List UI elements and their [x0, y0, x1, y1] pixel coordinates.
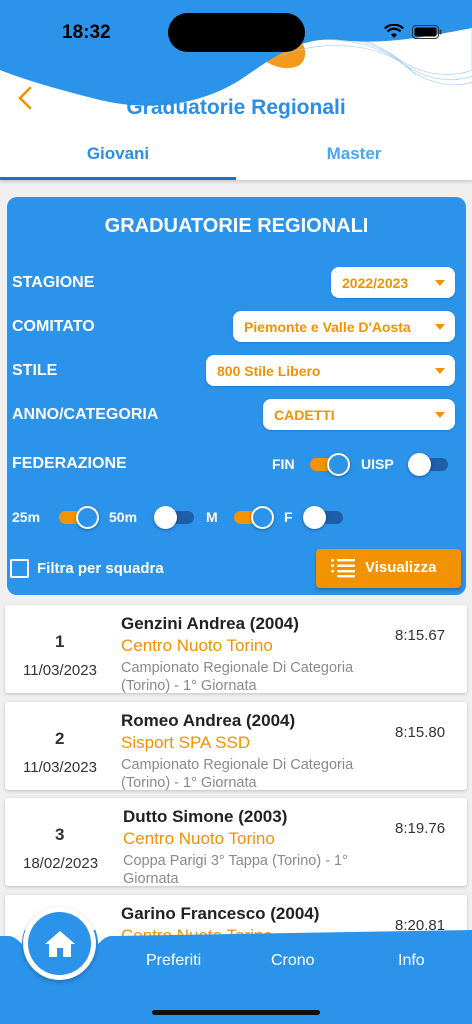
- result-time: 8:15.80: [395, 724, 446, 741]
- result-time: 8:15.67: [395, 627, 446, 644]
- toggle-knob: [327, 453, 350, 476]
- event-name: Campionato Regionale Di Categoria (Torin…: [121, 660, 354, 694]
- gender-m-toggle[interactable]: [234, 506, 274, 529]
- team-name: Centro Nuoto Torino: [123, 829, 275, 848]
- result-date: 18/02/2023: [23, 855, 99, 872]
- uisp-label: UISP: [361, 456, 394, 472]
- toggle-knob: [76, 506, 99, 529]
- gender-m-label: M: [206, 509, 218, 525]
- athlete-name: Genzini Andrea (2004): [121, 614, 299, 633]
- categoria-select[interactable]: CADETTI: [263, 399, 455, 430]
- toggle-knob: [303, 506, 326, 529]
- uisp-toggle[interactable]: [408, 453, 448, 476]
- athlete-name: Romeo Andrea (2004): [121, 711, 296, 730]
- pool-25m-label: 25m: [12, 509, 41, 525]
- page-title: Graduatorie Regionali: [126, 96, 346, 119]
- comitato-value: Piemonte e Valle D'Aosta: [244, 318, 411, 335]
- stile-label: STILE: [12, 362, 58, 379]
- status-icons: [384, 24, 442, 39]
- federazione-label: FEDERAZIONE: [12, 455, 127, 472]
- filter-panel: GRADUATORIE REGIONALI STAGIONE 2022/2023…: [7, 197, 466, 595]
- tab-giovani[interactable]: Giovani: [0, 136, 236, 180]
- stagione-select[interactable]: 2022/2023: [331, 267, 455, 298]
- toggle-knob: [154, 506, 177, 529]
- result-rank: 3: [55, 825, 65, 844]
- list-icon: [331, 559, 355, 578]
- athlete-name: Garino Francesco (2004): [121, 904, 320, 923]
- toggle-knob: [408, 453, 431, 476]
- pool-50m-toggle[interactable]: [154, 506, 194, 529]
- visualizza-button[interactable]: Visualizza: [316, 549, 461, 588]
- toggle-knob: [251, 506, 274, 529]
- home-indicator: [152, 1010, 320, 1015]
- filter-panel-title: GRADUATORIE REGIONALI: [104, 215, 369, 237]
- home-button-inner: [28, 912, 91, 975]
- gender-f-label: F: [284, 509, 293, 525]
- stile-select[interactable]: 800 Stile Libero: [206, 355, 455, 386]
- pool-25m-toggle[interactable]: [59, 506, 99, 529]
- stagione-label: STAGIONE: [12, 274, 95, 291]
- tab-master[interactable]: Master: [236, 136, 472, 180]
- chevron-down-icon: [435, 324, 445, 330]
- home-button[interactable]: [23, 907, 96, 980]
- team-name: Sisport SPA SSD: [121, 733, 251, 752]
- result-date: 11/03/2023: [23, 662, 97, 679]
- categoria-label: ANNO/CATEGORIA: [12, 406, 159, 423]
- comitato-select[interactable]: Piemonte e Valle D'Aosta: [233, 311, 455, 342]
- home-icon: [44, 930, 75, 957]
- wifi-icon: [384, 24, 404, 38]
- battery-icon: [412, 24, 442, 39]
- chevron-down-icon: [435, 368, 445, 374]
- stagione-value: 2022/2023: [342, 274, 409, 291]
- fin-label: FIN: [272, 456, 295, 472]
- chevron-down-icon: [435, 280, 445, 286]
- team-filter-label: Filtra per squadra: [37, 560, 164, 577]
- result-time: 8:19.76: [395, 820, 446, 837]
- result-rank: 2: [55, 729, 65, 748]
- result-card[interactable]: 1 11/03/2023 Genzini Andrea (2004) Centr…: [5, 605, 467, 694]
- result-rank: 1: [55, 632, 65, 651]
- status-time: 18:32: [62, 22, 111, 43]
- team-name: Centro Nuoto Torino: [121, 636, 273, 655]
- camera-notch: [168, 13, 305, 52]
- result-card[interactable]: 2 11/03/2023 Romeo Andrea (2004) Sisport…: [5, 702, 467, 791]
- event-name: Campionato Regionale Di Categoria (Torin…: [121, 757, 354, 791]
- pool-50m-label: 50m: [109, 509, 138, 525]
- event-name: Coppa Parigi 3° Tappa (Torino) - 1° Gior…: [123, 853, 348, 887]
- fin-toggle[interactable]: [310, 453, 350, 476]
- result-card[interactable]: 3 18/02/2023 Dutto Simone (2003) Centro …: [5, 798, 467, 887]
- tab-bar: Giovani Master: [0, 136, 472, 180]
- comitato-label: COMITATO: [12, 318, 95, 335]
- gender-f-toggle[interactable]: [303, 506, 343, 529]
- nav-info[interactable]: Info: [398, 952, 425, 970]
- visualizza-label: Visualizza: [365, 559, 437, 576]
- nav-crono[interactable]: Crono: [271, 952, 315, 970]
- stile-value: 800 Stile Libero: [217, 362, 321, 379]
- chevron-down-icon: [435, 412, 445, 418]
- team-filter-checkbox[interactable]: [10, 559, 29, 578]
- nav-preferiti[interactable]: Preferiti: [146, 952, 201, 970]
- athlete-name: Dutto Simone (2003): [123, 807, 288, 826]
- categoria-value: CADETTI: [274, 406, 335, 423]
- result-date: 11/03/2023: [23, 759, 97, 776]
